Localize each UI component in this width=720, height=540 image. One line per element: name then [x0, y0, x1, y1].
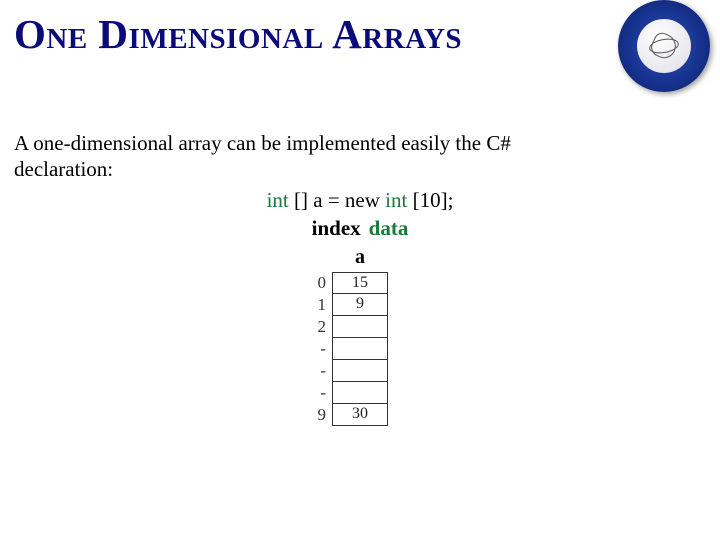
row-cell — [332, 316, 388, 338]
row-index: 1 — [310, 295, 332, 315]
array-row: 9 30 — [310, 404, 430, 426]
row-cell: 9 — [332, 294, 388, 316]
array-row: - — [310, 382, 430, 404]
row-index: 9 — [310, 405, 332, 425]
row-cell — [332, 382, 388, 404]
data-label: data — [369, 216, 409, 240]
array-row: 1 9 — [310, 294, 430, 316]
intro-paragraph: A one-dimensional array can be implement… — [14, 130, 614, 183]
keyword-int-1: int — [267, 188, 289, 212]
row-cell — [332, 360, 388, 382]
keyword-int-2: int — [385, 188, 407, 212]
row-index: 2 — [310, 317, 332, 337]
array-row: 2 — [310, 316, 430, 338]
code-mid: [] a = new — [289, 188, 385, 212]
code-tail: [10]; — [407, 188, 453, 212]
row-cell: 15 — [332, 272, 388, 294]
code-declaration: int [] a = new int [10]; — [0, 188, 720, 213]
row-index: - — [310, 383, 332, 403]
array-row: 0 15 — [310, 272, 430, 294]
row-index: - — [310, 361, 332, 381]
university-logo — [618, 0, 710, 92]
logo-outer-ring — [618, 0, 710, 92]
array-row: - — [310, 338, 430, 360]
row-index: - — [310, 339, 332, 359]
row-cell: 30 — [332, 404, 388, 426]
page-title: One Dimensional Arrays — [14, 10, 462, 58]
array-row: - — [310, 360, 430, 382]
array-figure: 0 15 1 9 2 - - - 9 30 — [310, 272, 430, 426]
column-labels: index data — [0, 216, 720, 241]
index-label: index — [312, 216, 361, 240]
logo-inner-emblem — [637, 19, 691, 73]
row-index: 0 — [310, 273, 332, 293]
row-cell — [332, 338, 388, 360]
array-name: a — [0, 246, 720, 269]
